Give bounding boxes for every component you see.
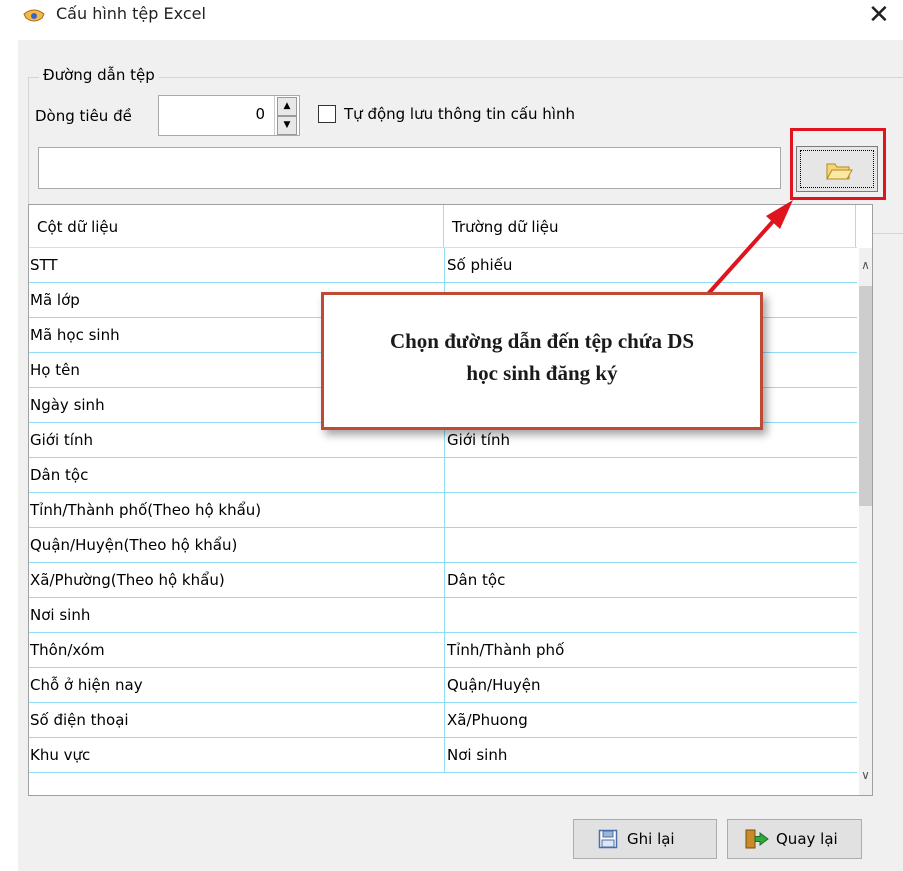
source-column-cell[interactable]: Xã/Phường(Theo hộ khẩu) [29, 563, 445, 597]
target-field-cell[interactable] [445, 598, 857, 632]
table-row[interactable]: Quận/Huyện(Theo hộ khẩu) [29, 528, 857, 563]
annotation-callout: Chọn đường dẫn đến tệp chứa DS học sinh … [321, 292, 763, 430]
target-field-cell[interactable] [445, 493, 857, 527]
source-column-cell[interactable]: Khu vực [29, 738, 445, 772]
target-field-cell[interactable]: Quận/Huyện [445, 668, 857, 702]
target-field-cell[interactable]: Xã/Phuong [445, 703, 857, 737]
source-column-cell[interactable]: Dân tộc [29, 458, 445, 492]
back-button-label: Quay lại [776, 830, 838, 848]
callout-line-1: Chọn đường dẫn đến tệp chứa DS [389, 329, 695, 353]
table-row[interactable]: Khu vực Nơi sinh [29, 738, 857, 773]
target-field-cell[interactable]: Tỉnh/Thành phố [445, 633, 857, 667]
save-button[interactable]: Ghi lại [573, 819, 717, 859]
table-row[interactable]: Thôn/xóm Tỉnh/Thành phố [29, 633, 857, 668]
floppy-disk-icon [598, 829, 618, 849]
close-icon[interactable]: ✕ [868, 2, 890, 28]
exit-door-icon [745, 829, 769, 849]
window-title: Cấu hình tệp Excel [56, 4, 206, 23]
target-field-cell[interactable]: Nơi sinh [445, 738, 857, 772]
table-row[interactable]: Số điện thoại Xã/Phuong [29, 703, 857, 738]
source-column-cell[interactable]: Chỗ ở hiện nay [29, 668, 445, 702]
source-column-cell[interactable]: Số điện thoại [29, 703, 445, 737]
table-row[interactable]: Xã/Phường(Theo hộ khẩu) Dân tộc [29, 563, 857, 598]
target-field-cell[interactable] [445, 528, 857, 562]
source-column-cell[interactable]: Tỉnh/Thành phố(Theo hộ khẩu) [29, 493, 445, 527]
save-button-label: Ghi lại [627, 830, 675, 848]
dialog-body: Đường dẫn tệp Dòng tiêu đề 0 ▲ ▼ Tự động… [18, 40, 903, 871]
back-button[interactable]: Quay lại [727, 819, 862, 859]
app-icon [23, 9, 45, 22]
table-row[interactable]: Chỗ ở hiện nay Quận/Huyện [29, 668, 857, 703]
table-row[interactable]: Nơi sinh [29, 598, 857, 633]
target-field-cell[interactable]: Dân tộc [445, 563, 857, 597]
table-row[interactable]: Dân tộc [29, 458, 857, 493]
source-column-cell[interactable]: Quận/Huyện(Theo hộ khẩu) [29, 528, 445, 562]
source-column-cell[interactable]: Thôn/xóm [29, 633, 445, 667]
target-field-cell[interactable] [445, 458, 857, 492]
source-column-cell[interactable]: Nơi sinh [29, 598, 445, 632]
scroll-down-icon[interactable]: ∨ [859, 768, 872, 782]
callout-line-2: học sinh đăng ký [466, 361, 618, 385]
callout-text: Chọn đường dẫn đến tệp chứa DS học sinh … [324, 325, 760, 389]
table-row[interactable]: Tỉnh/Thành phố(Theo hộ khẩu) [29, 493, 857, 528]
title-bar: Cấu hình tệp Excel ✕ [0, 0, 903, 40]
